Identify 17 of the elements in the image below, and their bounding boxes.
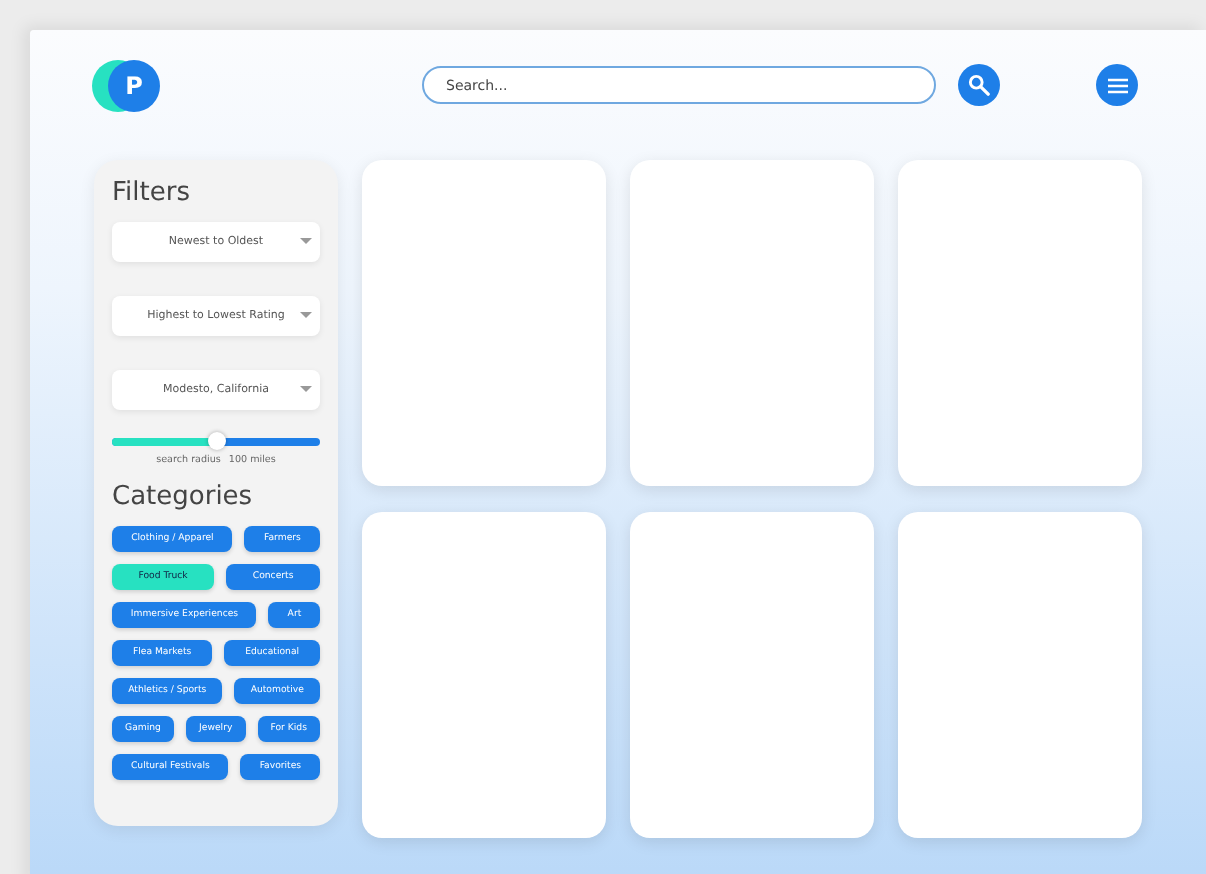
event-card[interactable] (898, 160, 1142, 486)
event-card[interactable] (630, 512, 874, 838)
categories-title: Categories (112, 482, 255, 512)
caret-icon (300, 386, 312, 394)
search-icon (968, 74, 990, 96)
event-card[interactable] (630, 160, 874, 486)
radius-slider[interactable] (112, 438, 320, 446)
menu-button[interactable] (1096, 64, 1138, 106)
event-card[interactable] (362, 160, 606, 486)
slider-thumb[interactable] (208, 432, 226, 450)
filters-title: Filters (112, 178, 192, 208)
event-card[interactable] (362, 512, 606, 838)
event-card[interactable] (898, 512, 1142, 838)
caret-icon (300, 312, 312, 320)
search-button[interactable] (958, 64, 1000, 106)
caret-icon (300, 238, 312, 246)
menu-icon (1107, 77, 1127, 93)
